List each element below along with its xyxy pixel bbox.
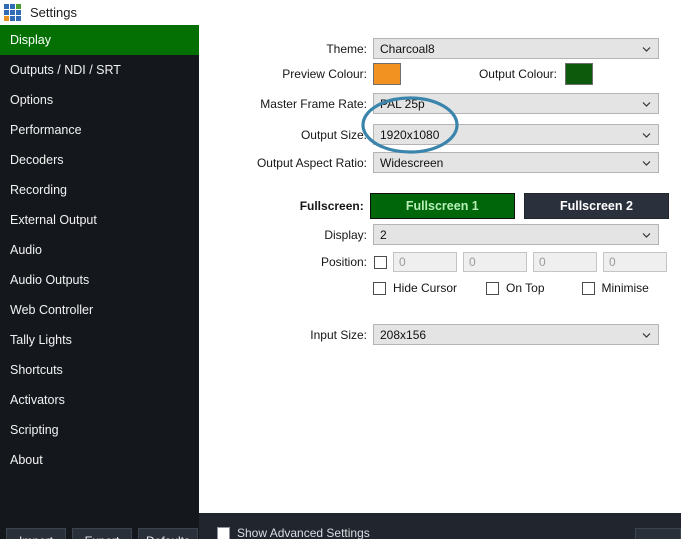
input-size-label: Input Size:: [310, 327, 367, 342]
preview-colour-label: Preview Colour:: [282, 67, 367, 81]
theme-select[interactable]: Charcoal8: [373, 38, 659, 59]
sidebar-item-activators[interactable]: Activators: [0, 385, 199, 415]
sidebar-item-performance[interactable]: Performance: [0, 115, 199, 145]
fullscreen-label: Fullscreen:: [299, 199, 364, 213]
sidebar-item-decoders[interactable]: Decoders: [0, 145, 199, 175]
on-top-toggle[interactable]: On Top: [486, 281, 545, 295]
on-top-label: On Top: [506, 281, 545, 295]
fullscreen-row: Fullscreen: Fullscreen 1 Fullscreen 2: [199, 193, 669, 219]
display-settings-panel: Theme: Charcoal8 Preview Colour: Output …: [199, 25, 681, 513]
position-width-input[interactable]: 0: [533, 252, 597, 272]
position-enable-checkbox[interactable]: [374, 255, 387, 269]
fullscreen-1-button[interactable]: Fullscreen 1: [369, 193, 515, 219]
sidebar-item-scripting[interactable]: Scripting: [0, 415, 199, 445]
minimise-label: Minimise: [601, 281, 649, 295]
chevron-down-icon: [642, 44, 651, 53]
position-y-input[interactable]: 0: [463, 252, 527, 272]
sidebar-item-tally-lights[interactable]: Tally Lights: [0, 325, 199, 355]
display-value: 2: [380, 227, 387, 242]
window-title: Settings: [30, 5, 77, 20]
import-button[interactable]: Import: [6, 528, 66, 539]
display-number-row: Display: 2: [199, 224, 659, 245]
theme-value: Charcoal8: [380, 41, 435, 56]
minimise-checkbox[interactable]: [581, 281, 595, 295]
output-colour-swatch[interactable]: [565, 63, 593, 85]
hide-cursor-checkbox[interactable]: [373, 281, 386, 295]
input-size-value: 208x156: [380, 327, 427, 342]
chevron-down-icon: [642, 158, 651, 167]
display-toggles-row: Hide Cursor On Top Minimise: [373, 281, 663, 295]
sidebar-item-audio[interactable]: Audio: [0, 235, 199, 265]
sidebar-item-options[interactable]: Options: [0, 85, 199, 115]
preview-colour-swatch[interactable]: [373, 63, 401, 85]
settings-sidebar: Display Outputs / NDI / SRT Options Perf…: [0, 25, 199, 539]
output-aspect-ratio-value: Widescreen: [380, 155, 444, 170]
position-label: Position:: [320, 255, 367, 269]
sidebar-footer-buttons: Import Export Defaults: [0, 528, 199, 539]
export-button[interactable]: Export: [72, 528, 132, 539]
output-size-label: Output Size:: [300, 127, 367, 142]
sidebar-item-about[interactable]: About: [0, 445, 199, 475]
defaults-button[interactable]: Defaults: [138, 528, 198, 539]
sidebar-item-outputs-ndi-srt[interactable]: Outputs / NDI / SRT: [0, 55, 199, 85]
app-grid-icon: [4, 4, 21, 21]
output-aspect-ratio-select[interactable]: Widescreen: [373, 152, 659, 173]
input-size-row: Input Size: 208x156: [199, 324, 659, 345]
output-size-row: Output Size: 1920x1080: [199, 124, 659, 145]
sidebar-item-web-controller[interactable]: Web Controller: [0, 295, 199, 325]
chevron-down-icon: [642, 330, 651, 339]
input-size-select[interactable]: 208x156: [373, 324, 659, 345]
master-frame-rate-value: PAL 25p: [380, 96, 425, 111]
chevron-down-icon: [642, 99, 651, 108]
sidebar-item-audio-outputs[interactable]: Audio Outputs: [0, 265, 199, 295]
colour-row: Preview Colour: Output Colour:: [199, 63, 659, 85]
master-frame-rate-row: Master Frame Rate: PAL 25p: [199, 93, 659, 114]
fullscreen-2-button[interactable]: Fullscreen 2: [523, 193, 669, 219]
show-advanced-settings-label: Show Advanced Settings: [237, 526, 370, 539]
position-height-input[interactable]: 0: [603, 252, 667, 272]
display-select[interactable]: 2: [373, 224, 659, 245]
footer-action-button[interactable]: [635, 528, 681, 539]
output-aspect-ratio-label: Output Aspect Ratio:: [256, 155, 367, 170]
hide-cursor-label: Hide Cursor: [393, 281, 458, 295]
master-frame-rate-select[interactable]: PAL 25p: [373, 93, 659, 114]
chevron-down-icon: [642, 230, 651, 239]
master-frame-rate-label: Master Frame Rate:: [260, 96, 367, 111]
show-advanced-settings-toggle[interactable]: Show Advanced Settings: [217, 526, 370, 539]
position-x-input[interactable]: 0: [393, 252, 457, 272]
sidebar-item-recording[interactable]: Recording: [0, 175, 199, 205]
output-colour-label: Output Colour:: [478, 67, 557, 81]
chevron-down-icon: [642, 130, 651, 139]
position-row: Position: 0 0 0 0: [199, 252, 669, 272]
output-aspect-ratio-row: Output Aspect Ratio: Widescreen: [199, 152, 659, 173]
show-advanced-settings-checkbox[interactable]: [217, 526, 230, 539]
on-top-checkbox[interactable]: [486, 281, 500, 295]
sidebar-item-shortcuts[interactable]: Shortcuts: [0, 355, 199, 385]
theme-label: Theme:: [326, 41, 367, 56]
minimise-toggle[interactable]: Minimise: [581, 281, 649, 295]
panel-footer: Show Advanced Settings: [199, 513, 681, 539]
output-size-value: 1920x1080: [380, 127, 440, 142]
hide-cursor-toggle[interactable]: Hide Cursor: [373, 281, 457, 295]
sidebar-item-display[interactable]: Display: [0, 25, 199, 55]
theme-row: Theme: Charcoal8: [199, 38, 659, 59]
window-titlebar: Settings: [0, 0, 681, 25]
sidebar-item-external-output[interactable]: External Output: [0, 205, 199, 235]
output-size-select[interactable]: 1920x1080: [373, 124, 659, 145]
settings-window: Settings Display Outputs / NDI / SRT Opt…: [0, 0, 681, 539]
display-label: Display:: [324, 227, 367, 242]
